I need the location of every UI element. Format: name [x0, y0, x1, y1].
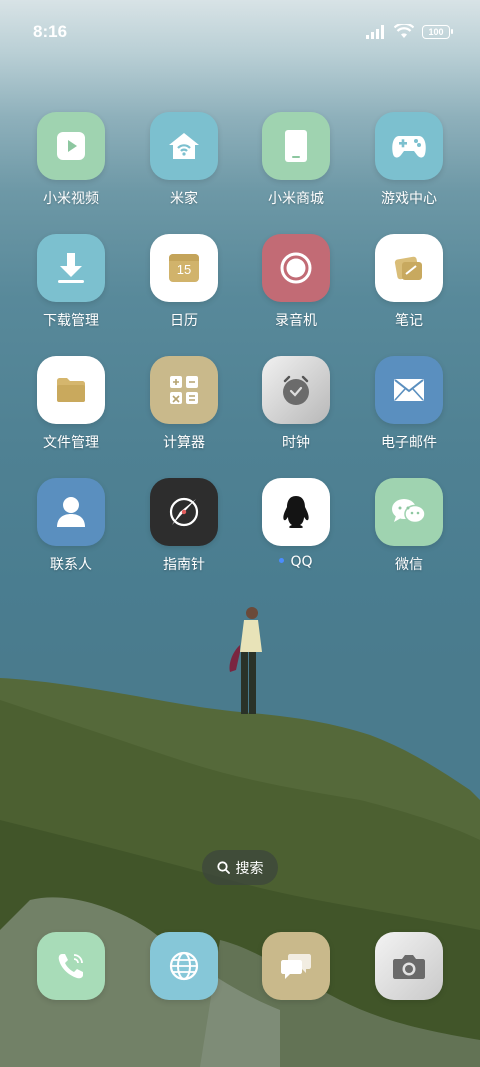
- app-contacts[interactable]: 联系人: [15, 478, 127, 574]
- cellular-signal-icon: [366, 24, 384, 39]
- compass-icon: [150, 478, 218, 546]
- app-game-center[interactable]: 游戏中心: [353, 112, 465, 208]
- app-label: 时钟: [282, 435, 310, 451]
- app-calculator[interactable]: 计算器: [128, 356, 240, 452]
- folder-icon: [37, 356, 105, 424]
- app-compass[interactable]: 指南针: [128, 478, 240, 574]
- notes-icon: [375, 234, 443, 302]
- search-pill[interactable]: 搜索: [202, 850, 278, 885]
- dock-browser[interactable]: [150, 932, 218, 1000]
- camera-icon: [393, 955, 425, 979]
- home-wifi-icon: [150, 112, 218, 180]
- app-label: 微信: [395, 557, 423, 573]
- calculator-icon: [150, 356, 218, 424]
- clock-time: 8:16: [33, 22, 68, 41]
- calendar-day: 15: [176, 262, 192, 277]
- chat-icon: [281, 954, 311, 979]
- calendar-icon: 15: [150, 234, 218, 302]
- mail-icon: [375, 356, 443, 424]
- dock-camera[interactable]: [375, 932, 443, 1000]
- app-wechat[interactable]: 微信: [353, 478, 465, 574]
- app-label: 计算器: [163, 435, 205, 451]
- app-label: 文件管理: [43, 435, 99, 451]
- wechat-icon: [375, 478, 443, 546]
- app-label: QQ: [290, 554, 313, 570]
- app-mi-store[interactable]: 小米商城: [240, 112, 352, 208]
- dock-messages[interactable]: [262, 932, 330, 1000]
- app-label: 录音机: [275, 313, 317, 329]
- app-label: 电子邮件: [381, 435, 437, 451]
- download-icon: [37, 234, 105, 302]
- new-install-dot: [279, 557, 285, 563]
- record-icon: [262, 234, 330, 302]
- tablet-icon: [262, 112, 330, 180]
- contact-icon: [37, 478, 105, 546]
- wifi-icon: [394, 24, 414, 38]
- gamepad-icon: [375, 112, 443, 180]
- search-icon: [216, 861, 230, 874]
- app-calendar[interactable]: 15 日历: [128, 234, 240, 330]
- app-qq[interactable]: QQ: [240, 478, 352, 570]
- app-clock[interactable]: 时钟: [240, 356, 352, 452]
- app-notes[interactable]: 笔记: [353, 234, 465, 330]
- phone-icon: [58, 954, 83, 979]
- dock-phone[interactable]: [37, 932, 105, 1000]
- app-label: 米家: [170, 191, 198, 207]
- battery-icon: 100: [422, 24, 453, 39]
- app-file-manager[interactable]: 文件管理: [15, 356, 127, 452]
- dock: [0, 932, 480, 1002]
- search-label: 搜索: [235, 860, 264, 877]
- globe-icon: [169, 951, 199, 981]
- app-email[interactable]: 电子邮件: [353, 356, 465, 452]
- app-label: 游戏中心: [381, 191, 437, 207]
- app-label: 日历: [170, 313, 198, 329]
- app-label: 小米视频: [43, 191, 99, 207]
- app-mi-video[interactable]: 小米视频: [15, 112, 127, 208]
- app-recorder[interactable]: 录音机: [240, 234, 352, 330]
- app-label: 小米商城: [268, 191, 324, 207]
- app-label: 联系人: [50, 557, 92, 573]
- play-icon: [37, 112, 105, 180]
- app-label: 笔记: [395, 313, 423, 329]
- battery-level: 100: [428, 26, 444, 37]
- app-mijia[interactable]: 米家: [128, 112, 240, 208]
- app-downloads[interactable]: 下载管理: [15, 234, 127, 330]
- app-label: 下载管理: [43, 313, 99, 329]
- status-bar: 8:16 100: [0, 22, 480, 46]
- qq-penguin-icon: [262, 478, 330, 546]
- clock-icon: [262, 356, 330, 424]
- app-label: 指南针: [163, 557, 205, 573]
- person: [229, 607, 262, 714]
